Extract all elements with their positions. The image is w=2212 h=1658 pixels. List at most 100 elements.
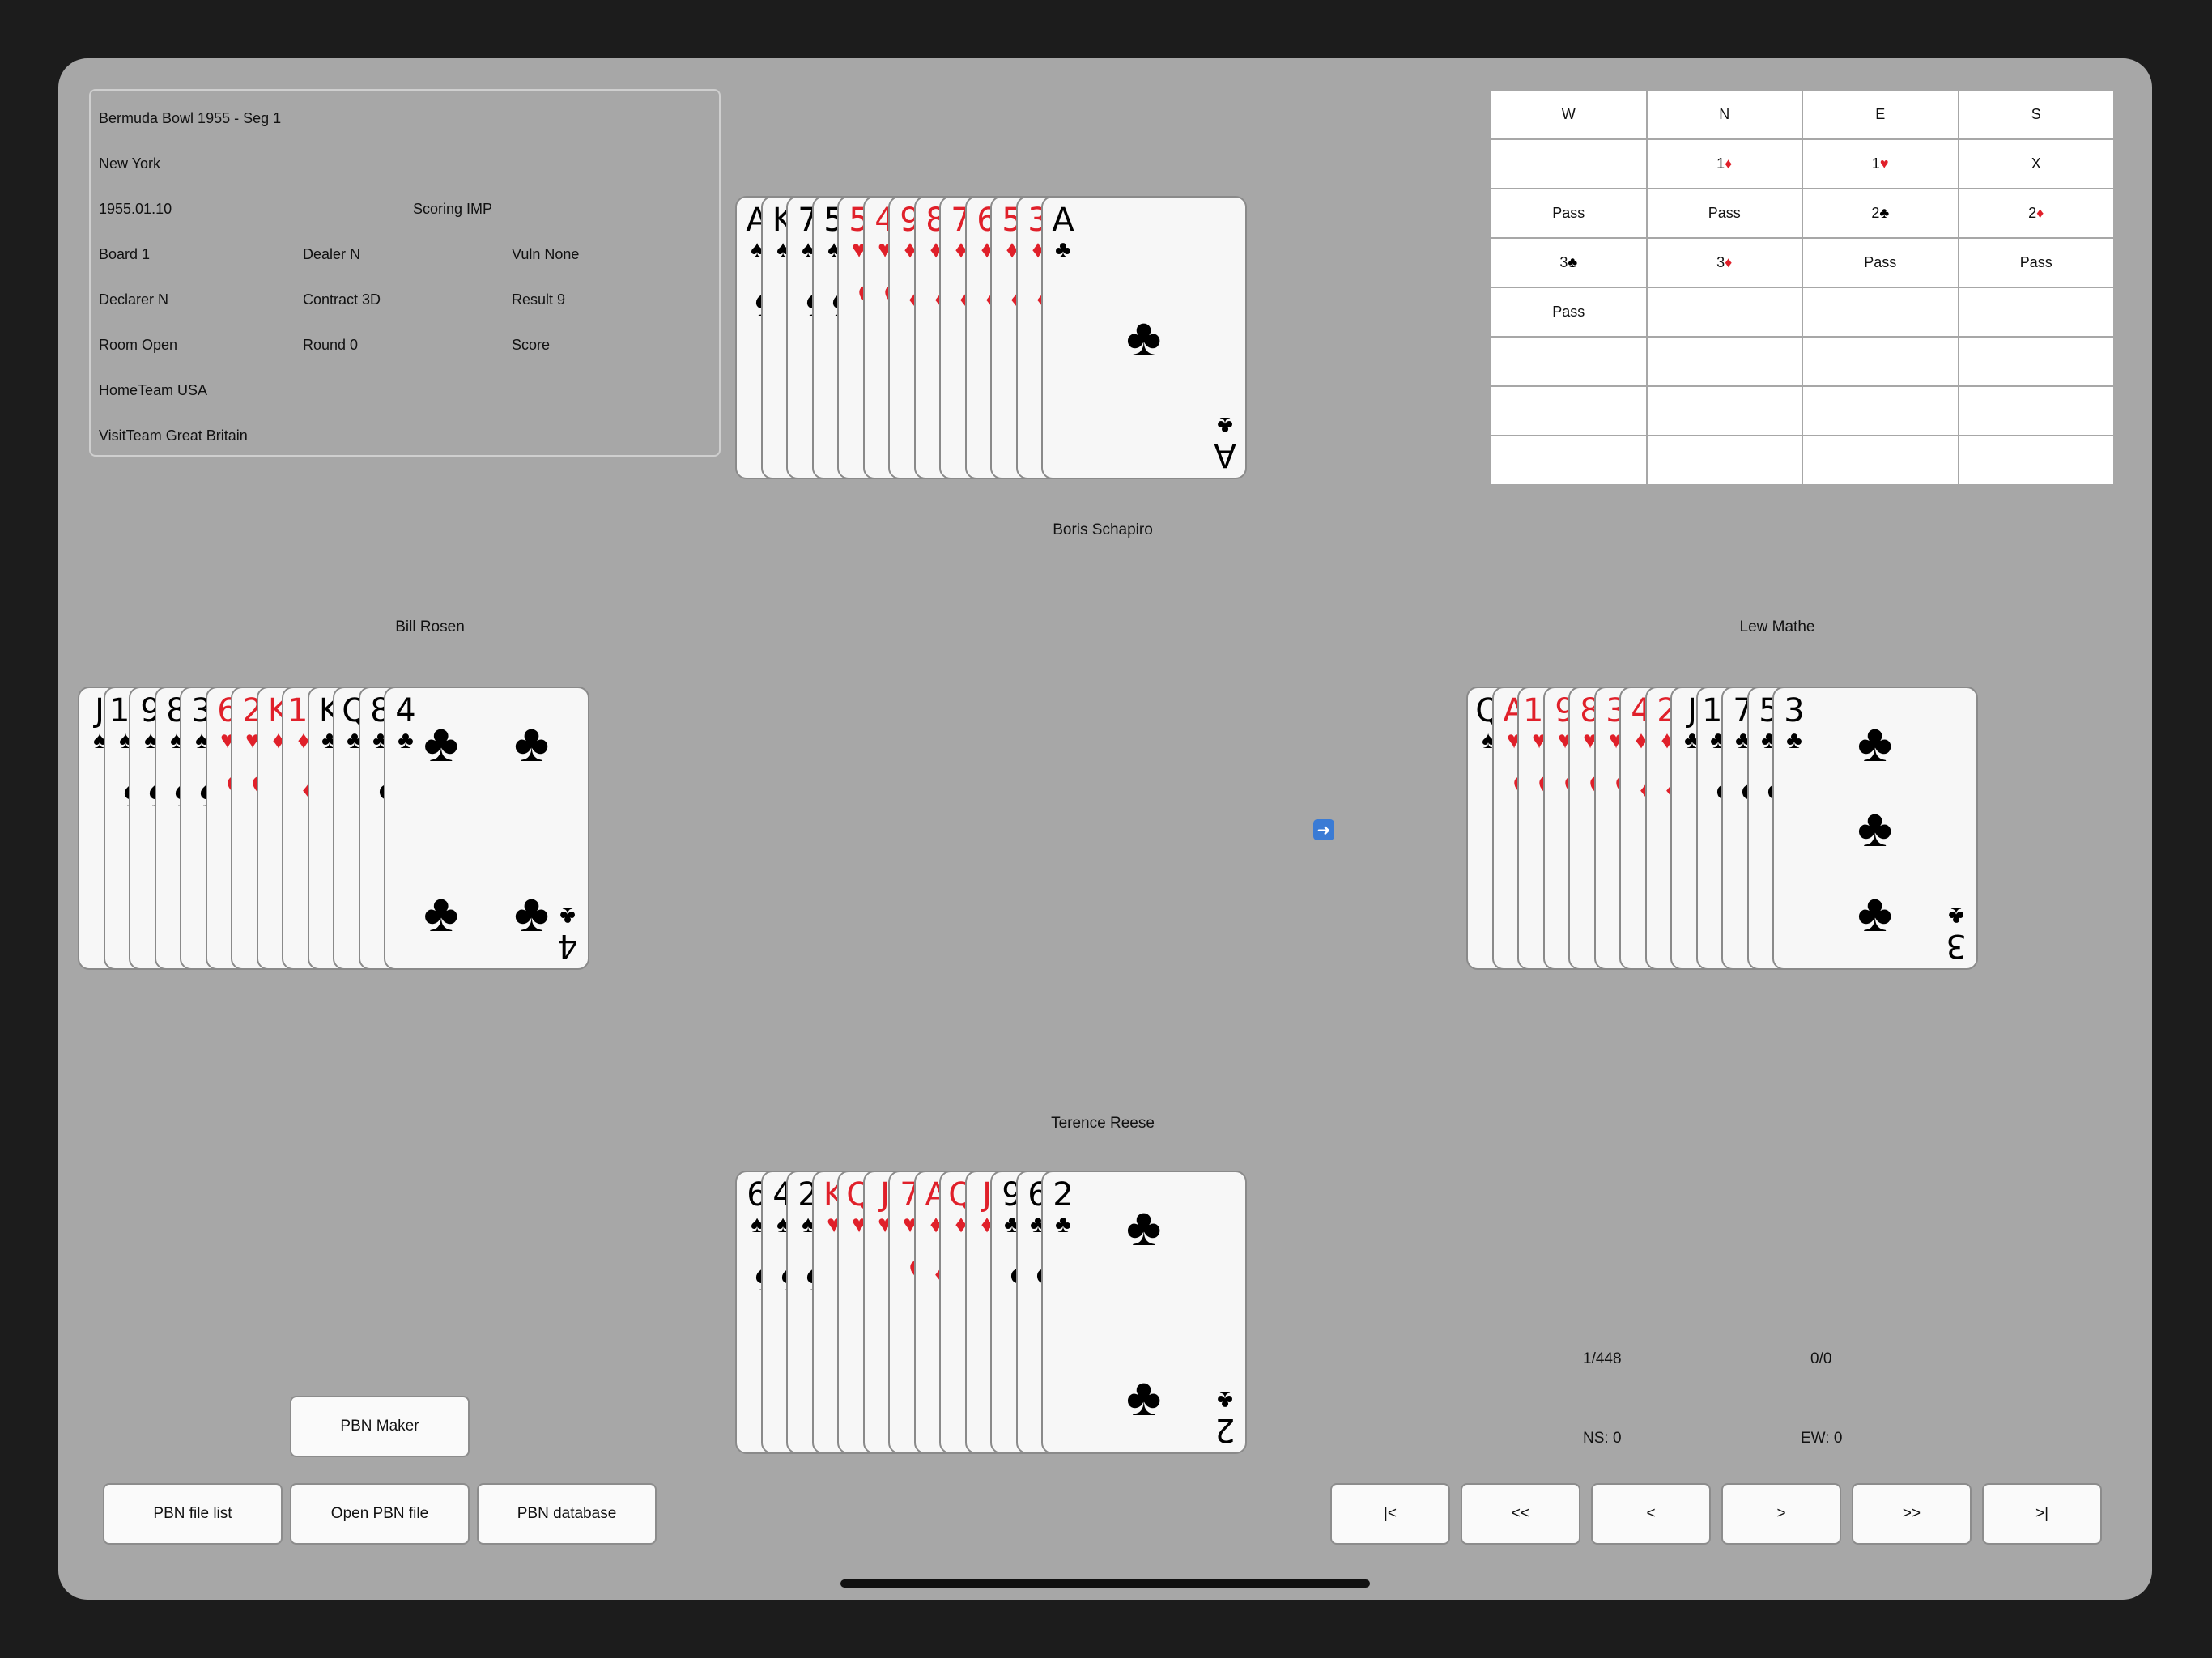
auction-header-s: S [1957,89,2115,140]
auction-cell-s [1957,336,2115,387]
board-counter: 1/448 [1583,1350,1622,1367]
auction-row: 3♣ 3♦ Pass Pass [1490,237,2115,288]
bid-text: 3 [1559,254,1568,270]
bid-suit-icon: ♣ [1568,254,1578,270]
card-rank: 3 [1946,927,1967,964]
board-label: Board 1 [99,246,151,262]
room-label: Room Open [99,337,178,353]
bid-suit-icon: ♣ [1879,205,1890,221]
auction-cell-s [1957,287,2115,338]
card-index-bottom: 4 ♣ [551,903,584,964]
open-pbn-file-button[interactable]: Open PBN file [290,1483,470,1545]
club-pip-icon: ♣ [1126,307,1162,367]
club-pip-icon: ♣ [1857,797,1893,857]
auction-row: Pass Pass 2♣ 2♦ [1490,188,2115,239]
forward-button[interactable]: > [1721,1483,1841,1545]
home-indicator [840,1579,1370,1588]
auction-cell-e: 2♣ [1802,188,1959,239]
round-label: Round 0 [303,337,359,353]
ns-score: NS: 0 [1583,1430,1622,1447]
club-pip-icon: ♣ [423,712,459,772]
card-index: 4 ♣ [389,695,422,753]
auction-cell-n [1645,385,1803,436]
club-pip-icon: ♣ [513,882,550,942]
bid-suit-icon: ♦ [2036,205,2044,221]
card-rank: 4 [557,927,578,964]
last-board-button[interactable]: >| [1982,1483,2102,1545]
bid-text: X [2031,155,2041,172]
card-index: A ♣ [1047,204,1079,262]
bid-text: 2 [2028,205,2037,221]
auction-header-w: W [1490,89,1648,140]
card-rank: 2 [1214,1411,1236,1448]
result-label: Result 9 [512,291,566,308]
auction-cell-e [1802,287,1959,338]
arrow-right-icon: ➜ [1313,819,1334,840]
auction-cell-s: 2♦ [1957,188,2115,239]
card-rank: A [1214,436,1236,474]
auction-cell-w [1490,435,1648,486]
contract-label: Contract 3D [303,291,381,308]
bid-text: Pass [1864,254,1897,270]
auction-cell-w [1490,138,1648,189]
auction-row: Pass [1490,287,2115,338]
dealer-label: Dealer N [303,246,361,262]
pbn-file-list-button[interactable]: PBN file list [103,1483,283,1545]
club-pip-icon: ♣ [423,882,459,942]
club-icon: ♣ [559,903,576,929]
back-button[interactable]: < [1591,1483,1711,1545]
fast-forward-button[interactable]: >> [1852,1483,1972,1545]
pbn-maker-button[interactable]: PBN Maker [290,1396,470,1457]
card-index: 3 ♣ [1778,695,1810,753]
fast-back-button[interactable]: << [1461,1483,1580,1545]
auction-cell-e [1802,385,1959,436]
card-index-bottom: A ♣ [1209,412,1241,474]
club-pip-icon: ♣ [1126,1367,1162,1426]
card-index-bottom: 3 ♣ [1940,903,1972,964]
player-name-west: Bill Rosen [395,619,465,636]
player-name-south: Terence Reese [1051,1115,1155,1132]
club-icon: ♣ [398,727,414,754]
auction-cell-e [1802,435,1959,486]
auction-header-row: W N E S [1490,89,2115,140]
board-info-panel: Bermuda Bowl 1955 - Seg 1 New York 1955.… [89,89,721,457]
site-label: New York [99,155,161,172]
auction-row: 1♦ 1♥ X [1490,138,2115,189]
ew-score: EW: 0 [1801,1430,1843,1447]
player-name-north: Boris Schapiro [1053,521,1153,538]
bid-text: Pass [2019,254,2052,270]
trick-counter: 0/0 [1810,1350,1832,1367]
auction-cell-n: 3♦ [1645,237,1803,288]
card-north[interactable]: A ♣ ♣ A ♣ [1041,196,1247,479]
bid-text: Pass [1552,304,1585,320]
club-icon: ♣ [1055,1211,1071,1238]
auction-cell-w [1490,336,1648,387]
auction-cell-s: Pass [1957,237,2115,288]
event-label: Bermuda Bowl 1955 - Seg 1 [99,110,282,126]
bid-suit-icon: ♥ [1879,155,1889,172]
card-index: 2 ♣ [1047,1179,1079,1237]
pbn-database-button[interactable]: PBN database [477,1483,657,1545]
auction-cell-e [1802,336,1959,387]
first-board-button[interactable]: |< [1330,1483,1450,1545]
club-icon: ♣ [1948,903,1964,929]
auction-cell-w: Pass [1490,287,1648,338]
bid-text: 2 [1871,205,1880,221]
auction-cell-n [1645,287,1803,338]
club-icon: ♣ [1055,236,1071,263]
card-south[interactable]: 2 ♣ ♣ ♣ 2 ♣ [1041,1171,1247,1454]
declarer-label: Declarer N [99,291,169,308]
app-screen: Bermuda Bowl 1955 - Seg 1 New York 1955.… [58,58,2152,1600]
card-east[interactable]: 3 ♣ ♣ ♣ ♣ 3 ♣ [1772,687,1978,970]
bid-suit-icon: ♦ [1725,155,1733,172]
auction-cell-w [1490,385,1648,436]
auction-cell-e: 1♥ [1802,138,1959,189]
bid-text: 1 [1716,155,1725,172]
club-pip-icon: ♣ [513,712,550,772]
card-west[interactable]: 4 ♣ ♣ ♣ ♣ ♣ 4 ♣ [384,687,589,970]
auction-table: W N E S 1♦ 1♥ X Pass Pass 2♣ 2♦ 3♣ 3♦ Pass Pass Pas… [1490,89,2115,486]
auction-cell-n [1645,435,1803,486]
club-pip-icon: ♣ [1857,712,1893,772]
date-label: 1955.01.10 [99,201,172,217]
auction-cell-w: Pass [1490,188,1648,239]
